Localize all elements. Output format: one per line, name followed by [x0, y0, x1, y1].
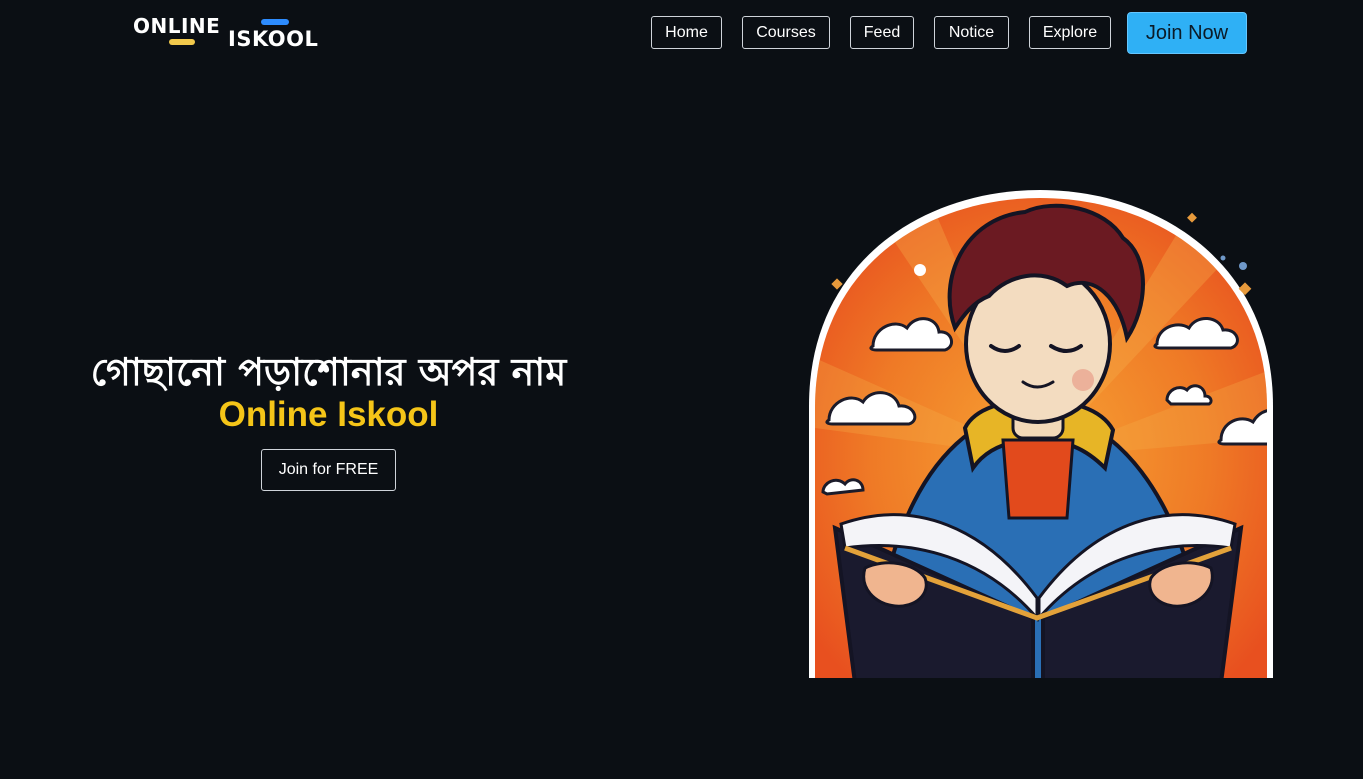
sparkle-icon [1220, 255, 1226, 261]
hero-headline-english: Online Iskool [218, 395, 439, 434]
brand-logo[interactable]: ONLINE ISKOOL [133, 12, 333, 52]
sparkle-icon [831, 278, 843, 290]
hero-text: গোছানো পড়াশোনার অপর নাম Online Iskool [40, 345, 617, 435]
nav-feed-button[interactable]: Feed [850, 16, 914, 49]
cloud-icon [821, 478, 865, 496]
nav-courses-button[interactable]: Courses [742, 16, 830, 49]
logo-blue-bar [261, 19, 289, 25]
logo-word-online: ONLINE [133, 14, 221, 38]
sparkle-icon [914, 264, 926, 276]
hero-headline-bengali: গোছানো পড়াশোনার অপর নাম [90, 349, 567, 394]
boy-reading-book-illustration [809, 190, 1273, 678]
logo-yellow-bar [169, 39, 195, 45]
nav-explore-button[interactable]: Explore [1029, 16, 1111, 49]
shirt [1001, 438, 1075, 520]
nav-home-button[interactable]: Home [651, 16, 722, 49]
logo-word-iskool: ISKOOL [228, 27, 319, 51]
join-for-free-button[interactable]: Join for FREE [261, 449, 396, 491]
nav-notice-button[interactable]: Notice [934, 16, 1009, 49]
join-now-button[interactable]: Join Now [1127, 12, 1247, 54]
sparkle-icon [1239, 262, 1247, 270]
sparkle-icon [1187, 212, 1197, 223]
page: ONLINE ISKOOL Home Courses Feed Notice E… [0, 0, 1363, 779]
